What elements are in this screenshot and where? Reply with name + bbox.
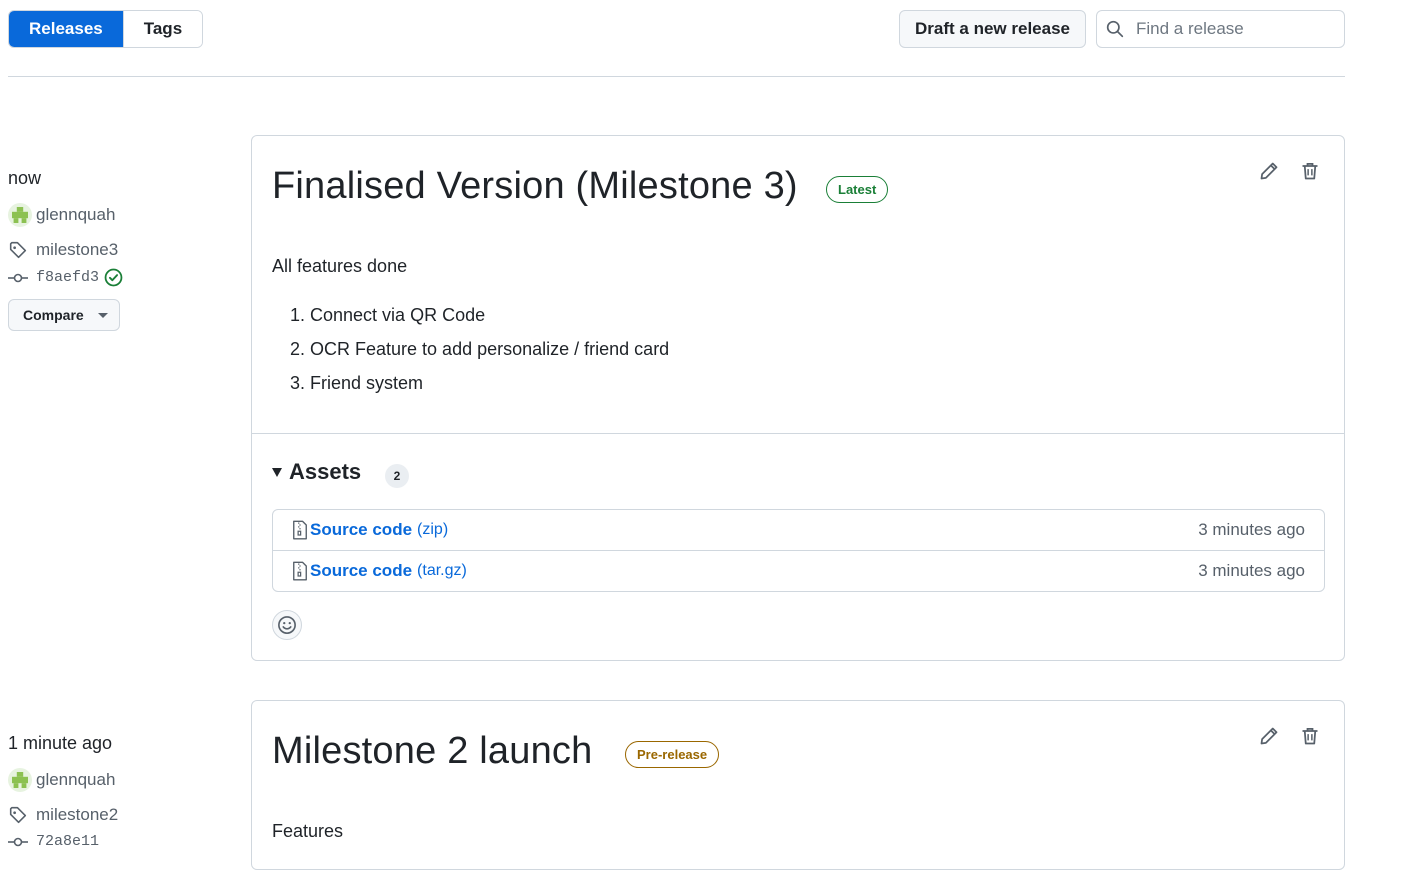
commit-sha: f8aefd3 <box>36 269 100 286</box>
caret-down-icon <box>97 312 108 318</box>
pre-release-badge: Pre-release <box>625 741 720 768</box>
edit-button[interactable] <box>1258 160 1280 182</box>
list-item: 1. Connect via QR Code <box>290 305 486 325</box>
assets-toggle[interactable]: Assets <box>272 459 361 485</box>
asset-time: 3 minutes ago <box>1198 520 1305 539</box>
asset-row-zip[interactable]: Source code (zip) 3 minutes ago <box>273 510 1324 550</box>
tag-icon <box>9 806 27 824</box>
assets-heading: Assets <box>289 459 362 484</box>
release-meta: 1 minute ago glennquah milestone2 72a8e1… <box>8 733 208 858</box>
releases-toolbar: Releases Tags Draft a new release <box>8 10 1345 48</box>
release-meta: now glennquah milestone3 f8aefd3 Compare <box>8 168 208 338</box>
tag-icon <box>9 241 27 259</box>
asset-row-targz[interactable]: Source code (tar.gz) 3 minutes ago <box>273 550 1324 591</box>
search-icon <box>1106 20 1124 38</box>
release-description: All features done <box>272 256 408 276</box>
asset-format[interactable]: (tar.gz) <box>417 562 467 580</box>
search-input[interactable] <box>1134 18 1328 40</box>
tag-name: milestone2 <box>36 805 119 824</box>
pencil-icon <box>1260 162 1278 180</box>
commit-icon <box>8 273 28 282</box>
pencil-icon <box>1260 727 1278 745</box>
list-item: 3. Friend system <box>290 373 424 393</box>
file-zip-icon <box>293 520 307 540</box>
verified-check-icon <box>104 268 123 287</box>
release-author[interactable]: glennquah <box>8 768 115 792</box>
compare-dropdown[interactable]: Compare <box>8 299 120 331</box>
trash-icon <box>1302 728 1318 745</box>
find-release-search[interactable] <box>1096 10 1345 48</box>
asset-name[interactable]: Source code <box>310 561 412 581</box>
latest-badge: Latest <box>826 176 889 203</box>
release-description: Features <box>272 821 344 841</box>
commit-sha: 72a8e11 <box>36 833 100 850</box>
release-commit[interactable]: f8aefd3 <box>8 268 123 287</box>
avatar-identicon-icon <box>12 207 28 223</box>
commit-icon <box>8 837 28 846</box>
asset-name[interactable]: Source code <box>310 520 412 540</box>
release-tag[interactable]: milestone2 <box>8 805 118 825</box>
release-author[interactable]: glennquah <box>8 203 115 227</box>
release-card: Finalised Version (Milestone 3) Latest A… <box>251 135 1345 661</box>
author-name: glennquah <box>36 770 116 789</box>
delete-button[interactable] <box>1299 160 1321 182</box>
compare-label: Compare <box>23 307 84 323</box>
smiley-icon <box>278 616 296 634</box>
release-tag[interactable]: milestone3 <box>8 240 118 260</box>
tag-name: milestone3 <box>36 240 119 259</box>
avatar <box>8 768 32 792</box>
releases-tags-switch: Releases Tags <box>8 10 204 48</box>
file-zip-icon <box>293 561 307 581</box>
asset-format[interactable]: (zip) <box>417 521 448 539</box>
assets-count-badge: 2 <box>385 464 409 488</box>
release-time: 1 minute ago <box>8 733 113 753</box>
features-list: 1. Connect via QR Code 2. OCR Feature to… <box>290 302 669 404</box>
tab-tags[interactable]: Tags <box>122 11 203 47</box>
list-item: 2. OCR Feature to add personalize / frie… <box>290 339 670 359</box>
asset-time: 3 minutes ago <box>1198 561 1305 580</box>
assets-separator <box>252 433 1344 434</box>
release-title[interactable]: Finalised Version (Milestone 3) <box>272 165 798 208</box>
avatar <box>8 203 32 227</box>
trash-icon <box>1302 163 1318 180</box>
release-time: now <box>8 168 42 188</box>
disclosure-triangle-icon <box>272 467 282 477</box>
assets-list: Source code (zip) 3 minutes ago Source c… <box>272 509 1325 592</box>
author-name: glennquah <box>36 205 116 224</box>
release-commit[interactable]: 72a8e11 <box>8 833 99 850</box>
draft-new-release-button[interactable]: Draft a new release <box>899 10 1086 48</box>
add-reaction-button[interactable] <box>272 610 302 640</box>
avatar-identicon-icon <box>12 772 28 788</box>
tab-releases[interactable]: Releases <box>9 11 123 47</box>
release-title[interactable]: Milestone 2 launch <box>272 730 592 773</box>
release-card: Milestone 2 launch Pre-release Features <box>251 700 1345 870</box>
toolbar-divider <box>8 76 1345 77</box>
delete-button[interactable] <box>1299 725 1321 747</box>
edit-button[interactable] <box>1258 725 1280 747</box>
